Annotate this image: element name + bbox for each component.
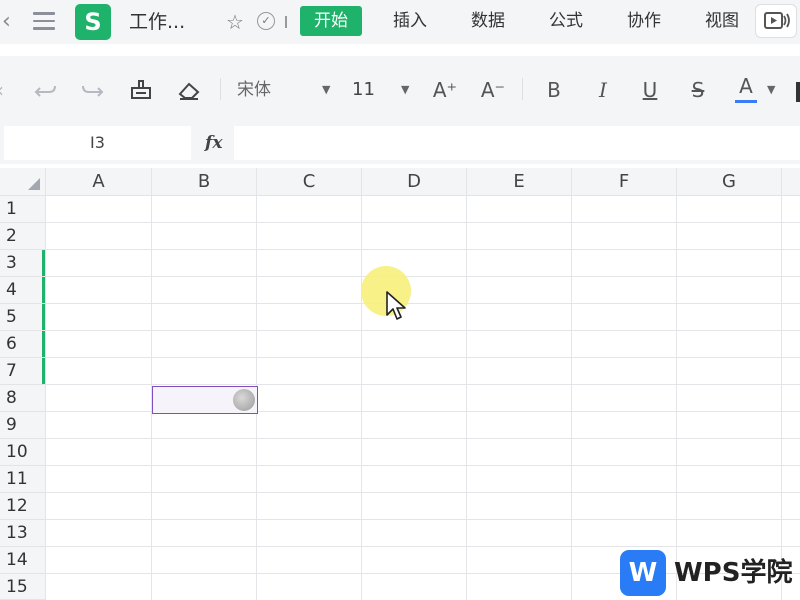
tab-home[interactable]: 开始	[300, 6, 362, 36]
row-header-13[interactable]: 13	[0, 520, 46, 547]
row-header-3[interactable]: 3	[0, 250, 46, 277]
column-header-d[interactable]: D	[362, 168, 467, 196]
underline-button[interactable]: U	[639, 76, 661, 104]
grid-line	[46, 357, 800, 358]
column-header-a[interactable]: A	[46, 168, 152, 196]
cloud-sync-check-icon[interactable]: ✓	[257, 12, 275, 30]
font-color-button[interactable]: A	[735, 72, 757, 100]
wps-logo-icon: W	[620, 550, 666, 596]
grid-line	[46, 438, 800, 439]
spreadsheet-logo: S	[75, 4, 111, 40]
document-title[interactable]: 工作...	[129, 10, 185, 34]
hamburger-menu-icon[interactable]	[33, 12, 55, 32]
row-header-8[interactable]: 8	[0, 385, 46, 412]
collaborator-avatar	[233, 389, 255, 411]
row-header-14[interactable]: 14	[0, 547, 46, 574]
toolbar-overflow-edge	[796, 82, 800, 102]
row-header-11[interactable]: 11	[0, 466, 46, 493]
grid-line	[781, 196, 782, 600]
italic-button[interactable]: I	[592, 76, 614, 104]
column-header-g[interactable]: G	[677, 168, 782, 196]
row-header-2[interactable]: 2	[0, 223, 46, 250]
grid-line	[46, 492, 800, 493]
row-header-5[interactable]: 5	[0, 304, 46, 331]
present-button[interactable]	[755, 4, 797, 38]
column-header-overflow[interactable]	[782, 168, 800, 196]
column-header-e[interactable]: E	[467, 168, 572, 196]
font-name-select[interactable]: 宋体	[237, 76, 271, 104]
tab-data[interactable]: 数据	[471, 6, 505, 36]
tab-collaborate[interactable]: 协作	[627, 6, 661, 36]
star-icon[interactable]: ☆	[226, 10, 244, 34]
decrease-font-size-button[interactable]: A⁻	[480, 76, 506, 104]
column-header-f[interactable]: F	[572, 168, 677, 196]
undo-icon[interactable]	[34, 76, 58, 104]
grid-line	[46, 249, 800, 250]
insert-function-icon[interactable]: fx	[205, 130, 222, 156]
mouse-pointer-icon	[386, 291, 406, 320]
tab-view[interactable]: 视图	[705, 6, 739, 36]
scroll-left-icon[interactable]: ‹	[0, 76, 6, 104]
formula-bar: I3 fx	[0, 124, 800, 164]
tab-insert[interactable]: 插入	[393, 6, 427, 36]
row-header-15[interactable]: 15	[0, 574, 46, 600]
font-color-caret-icon[interactable]: ▼	[767, 78, 775, 102]
toolbar-separator	[522, 78, 523, 100]
eraser-icon[interactable]	[176, 76, 202, 104]
redo-icon[interactable]	[80, 76, 104, 104]
active-cell-b8[interactable]	[152, 386, 258, 414]
grid-line	[46, 465, 800, 466]
toolbar-separator	[220, 78, 221, 100]
grid-line	[466, 196, 467, 600]
column-header-c[interactable]: C	[257, 168, 362, 196]
name-box[interactable]: I3	[4, 126, 191, 160]
wps-academy-badge: W WPS学院	[620, 550, 792, 596]
row-header-12[interactable]: 12	[0, 493, 46, 520]
grid-line	[46, 546, 800, 547]
row-header-6[interactable]: 6	[0, 331, 46, 358]
font-size-caret-icon[interactable]: ▼	[401, 78, 409, 102]
back-icon[interactable]: ‹	[2, 10, 16, 34]
font-name-caret-icon[interactable]: ▼	[322, 78, 330, 102]
font-color-swatch	[735, 100, 757, 103]
row-header-4[interactable]: 4	[0, 277, 46, 304]
row-header-10[interactable]: 10	[0, 439, 46, 466]
title-separator	[285, 16, 287, 28]
formula-input[interactable]	[234, 126, 800, 160]
grid-line	[46, 519, 800, 520]
formatting-toolbar: ‹ 宋体 ▼ 11 ▼ A⁺ A⁻ B I U S A ▼	[0, 56, 800, 124]
title-bar: ‹ S 工作... ☆ ✓ 开始 插入 数据 公式 协作 视图	[0, 0, 800, 44]
strikethrough-button[interactable]: S	[687, 76, 709, 104]
grid-line	[46, 276, 800, 277]
grid-line	[46, 384, 800, 385]
row-header-9[interactable]: 9	[0, 412, 46, 439]
select-all-corner[interactable]	[0, 168, 46, 196]
increase-font-size-button[interactable]: A⁺	[432, 76, 458, 104]
grid-line	[361, 196, 362, 600]
format-painter-icon[interactable]	[128, 76, 154, 104]
wps-academy-text: WPS学院	[674, 558, 793, 588]
sheet-grid[interactable]: A B C D E F G 1 2 3 4 5 6 7 8 9 10 11 12…	[0, 168, 800, 600]
row-header-7[interactable]: 7	[0, 358, 46, 385]
bold-button[interactable]: B	[543, 76, 565, 104]
font-size-select[interactable]: 11	[352, 76, 375, 104]
grid-line	[46, 222, 800, 223]
row-header-1[interactable]: 1	[0, 196, 46, 223]
present-icon	[764, 12, 790, 29]
grid-line	[46, 303, 800, 304]
grid-line	[46, 330, 800, 331]
tab-formula[interactable]: 公式	[549, 6, 583, 36]
column-header-b[interactable]: B	[152, 168, 257, 196]
grid-line	[676, 196, 677, 600]
grid-line	[571, 196, 572, 600]
